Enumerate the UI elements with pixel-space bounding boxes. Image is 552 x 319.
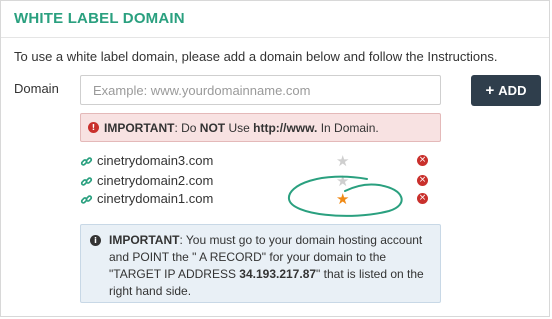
title-divider <box>1 37 549 38</box>
panel-title: WHITE LABEL DOMAIN <box>14 10 185 27</box>
white-label-panel: WHITE LABEL DOMAIN To use a white label … <box>0 0 550 317</box>
info-circle-icon: i <box>90 235 101 246</box>
info-text: IMPORTANT: You must go to your domain ho… <box>109 233 424 298</box>
warning-text: IMPORTANT: Do NOT Use http://www. In Dom… <box>104 120 379 135</box>
link-icon <box>80 177 93 186</box>
exclamation-circle-icon: ! <box>88 122 99 133</box>
link-icon <box>80 195 93 204</box>
highlight-circle-annotation <box>288 175 403 217</box>
remove-icon[interactable]: × <box>417 175 428 186</box>
ip-instructions-alert: i IMPORTANT: You must go to your domain … <box>80 224 441 303</box>
link-icon <box>80 157 93 166</box>
www-warning-alert: ! IMPORTANT: Do NOT Use http://www. In D… <box>80 113 441 142</box>
domain-row: cinetrydomain3.com ★ × <box>80 152 440 171</box>
domain-name[interactable]: cinetrydomain3.com <box>97 153 213 168</box>
plus-icon: + <box>485 82 495 99</box>
star-icon[interactable]: ★ <box>336 152 349 170</box>
domain-name[interactable]: cinetrydomain1.com <box>97 191 213 206</box>
domain-label: Domain <box>14 81 59 96</box>
add-domain-button[interactable]: + ADD <box>471 75 541 106</box>
add-button-label: ADD <box>498 83 527 98</box>
remove-icon[interactable]: × <box>417 193 428 204</box>
domain-input[interactable] <box>80 75 441 105</box>
domain-name[interactable]: cinetrydomain2.com <box>97 173 213 188</box>
remove-icon[interactable]: × <box>417 155 428 166</box>
intro-text: To use a white label domain, please add … <box>14 49 498 64</box>
